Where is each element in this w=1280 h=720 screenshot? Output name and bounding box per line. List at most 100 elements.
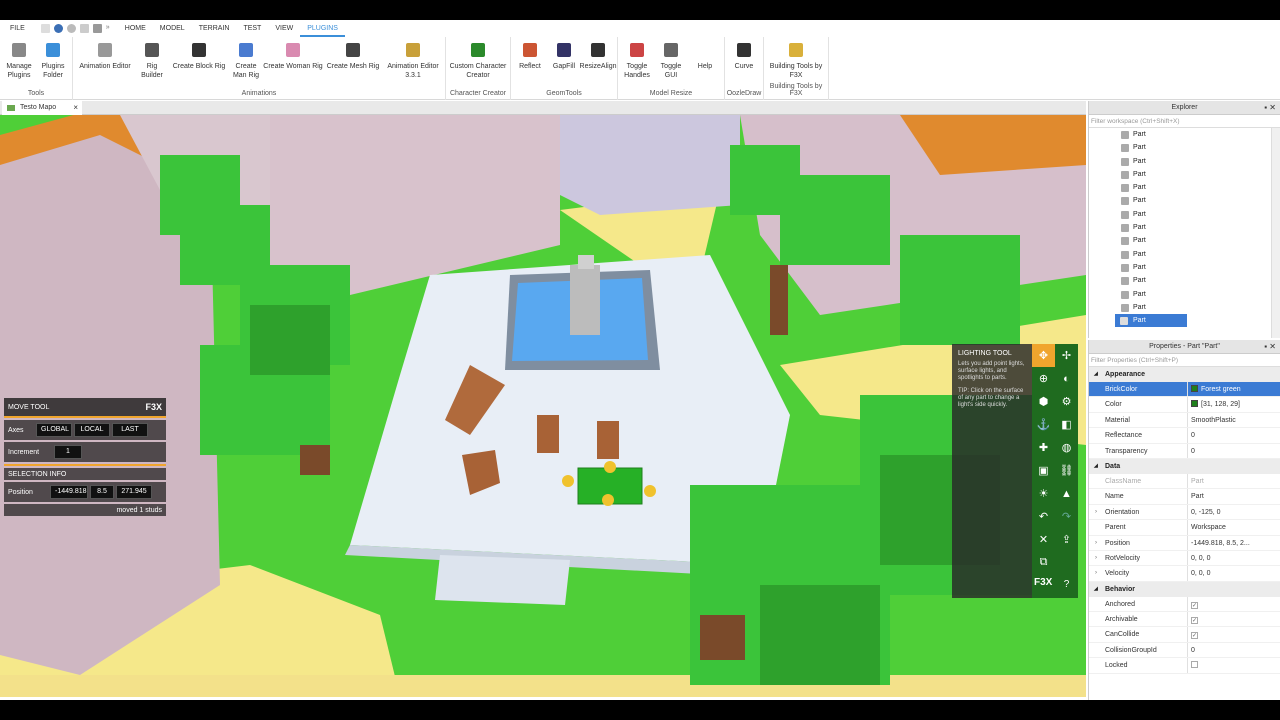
material-tool-icon[interactable]: ⚙ xyxy=(1055,390,1078,413)
undo-icon[interactable]: ↶ xyxy=(1032,505,1055,528)
property-value[interactable]: ✓ xyxy=(1187,612,1280,627)
panel-close-icon[interactable]: ▪ ✕ xyxy=(1264,340,1276,354)
menu-file[interactable]: FILE xyxy=(0,20,35,37)
property-value[interactable]: 0, 0, 0 xyxy=(1187,550,1280,566)
property-value[interactable]: 0 xyxy=(1187,443,1280,458)
anchor-tool-icon[interactable]: ⚓ xyxy=(1032,413,1055,436)
surface-tool-icon[interactable]: ⬢ xyxy=(1032,390,1055,413)
expand-chevron-icon[interactable]: › xyxy=(1095,551,1097,566)
explorer-item-part[interactable]: Part xyxy=(1089,194,1280,207)
reflect-button[interactable]: Reflect xyxy=(513,37,547,88)
plugins-folder-button[interactable]: Plugins Folder xyxy=(36,37,70,88)
property-row-brickcolor[interactable]: BrickColor Forest green xyxy=(1089,382,1280,398)
property-row-material[interactable]: Material SmoothPlastic xyxy=(1089,412,1280,429)
help-button[interactable]: Help xyxy=(688,37,722,88)
resizealign-button[interactable]: ResizeAlign xyxy=(580,37,616,88)
toggle-handles-button[interactable]: Toggle Handles xyxy=(620,37,654,88)
increment-input[interactable]: 1 xyxy=(54,445,82,459)
property-value[interactable]: -1449.818, 8.5, 2... xyxy=(1187,535,1280,550)
property-value[interactable]: [31, 128, 29] xyxy=(1187,397,1280,412)
property-checkbox[interactable] xyxy=(1191,661,1198,669)
property-row-orientation[interactable]: › Orientation 0, -125, 0 xyxy=(1089,504,1280,521)
explorer-item-part[interactable]: Part xyxy=(1089,155,1280,168)
property-row-velocity[interactable]: › Velocity 0, 0, 0 xyxy=(1089,566,1280,582)
curve-button[interactable]: Curve xyxy=(727,37,761,88)
export-icon[interactable]: ⇪ xyxy=(1055,528,1078,551)
property-row-archivable[interactable]: Archivable ✓ xyxy=(1089,612,1280,628)
property-row-name[interactable]: Name Part xyxy=(1089,489,1280,505)
property-value[interactable]: Forest green xyxy=(1187,382,1280,397)
new-part-tool-icon[interactable]: ✚ xyxy=(1032,436,1055,459)
menu-tab-model[interactable]: MODEL xyxy=(153,20,192,37)
property-row-reflectance[interactable]: Reflectance 0 xyxy=(1089,428,1280,444)
more-icon[interactable]: » xyxy=(106,24,112,33)
position-x-input[interactable]: -1449.818 xyxy=(50,485,88,499)
redo-icon[interactable]: ↷ xyxy=(1055,505,1078,528)
property-row-locked[interactable]: Locked xyxy=(1089,658,1280,674)
create-block-rig-button[interactable]: Create Block Rig xyxy=(169,37,229,88)
menu-tab-home[interactable]: HOME xyxy=(118,20,153,37)
explorer-item-part[interactable]: Part xyxy=(1089,221,1280,234)
property-row-anchored[interactable]: Anchored ✓ xyxy=(1089,596,1280,613)
property-value[interactable]: Part xyxy=(1187,489,1280,504)
undo-icon[interactable] xyxy=(53,24,63,33)
lighting-tool-icon[interactable]: ☀ xyxy=(1032,482,1055,505)
move-tool-icon[interactable]: ✥ xyxy=(1032,344,1055,367)
property-category-behavior[interactable]: Behavior xyxy=(1089,581,1280,597)
property-value[interactable]: 0 xyxy=(1187,428,1280,443)
menu-tab-plugins[interactable]: PLUGINS xyxy=(300,20,345,37)
create-woman-rig-button[interactable]: Create Woman Rig xyxy=(263,37,323,88)
resize-tool-icon[interactable]: ✢ xyxy=(1055,344,1078,367)
property-checkbox[interactable]: ✓ xyxy=(1191,632,1198,640)
help-icon[interactable]: ? xyxy=(1055,573,1078,596)
expand-chevron-icon[interactable]: › xyxy=(1095,536,1097,551)
redo-icon[interactable] xyxy=(66,24,76,33)
property-row-rotvelocity[interactable]: › RotVelocity 0, 0, 0 xyxy=(1089,550,1280,567)
axes-local-button[interactable]: LOCAL xyxy=(74,423,110,437)
explorer-item-part[interactable]: Part xyxy=(1089,168,1280,181)
cube-icon[interactable] xyxy=(92,24,102,33)
custom-character-creator-button[interactable]: Custom Character Creator xyxy=(448,37,508,88)
building-tools-by-f3x-button[interactable]: Building Tools by F3X xyxy=(766,37,826,88)
property-value[interactable]: SmoothPlastic xyxy=(1187,412,1280,428)
property-row-color[interactable]: Color [31, 128, 29] xyxy=(1089,397,1280,413)
animation-editor-button[interactable]: Animation Editor xyxy=(75,37,135,88)
explorer-item-part[interactable]: Part xyxy=(1089,208,1280,221)
explorer-item-part[interactable]: Part xyxy=(1089,274,1280,287)
create-man-rig-button[interactable]: Create Man Rig xyxy=(229,37,263,88)
property-value[interactable]: 0, 0, 0 xyxy=(1187,566,1280,581)
position-z-input[interactable]: 271.945 xyxy=(116,485,152,499)
property-row-collisiongroupid[interactable]: CollisionGroupId 0 xyxy=(1089,642,1280,659)
property-checkbox[interactable]: ✓ xyxy=(1191,601,1198,609)
axes-global-button[interactable]: GLOBAL xyxy=(36,423,72,437)
property-row-transparency[interactable]: Transparency 0 xyxy=(1089,443,1280,459)
rig-builder-button[interactable]: Rig Builder xyxy=(135,37,169,88)
menu-tab-terrain[interactable]: TERRAIN xyxy=(192,20,237,37)
property-category-appearance[interactable]: Appearance xyxy=(1089,367,1280,382)
mesh-tool-icon[interactable]: ◍ xyxy=(1055,436,1078,459)
delete-icon[interactable]: ✕ xyxy=(1032,528,1055,551)
properties-filter-input[interactable]: Filter Properties (Ctrl+Shift+P) xyxy=(1089,354,1280,367)
property-row-parent[interactable]: Parent Workspace xyxy=(1089,520,1280,536)
collision-tool-icon[interactable]: ◧ xyxy=(1055,413,1078,436)
toggle-gui-button[interactable]: Toggle GUI xyxy=(654,37,688,88)
gapfill-button[interactable]: GapFill xyxy=(547,37,581,88)
explorer-filter-input[interactable]: Filter workspace (Ctrl+Shift+X) xyxy=(1089,115,1280,128)
animation-editor-3-3-1-button[interactable]: Animation Editor 3.3.1 xyxy=(383,37,443,88)
property-value[interactable]: ✓ xyxy=(1187,596,1280,612)
weld-tool-icon[interactable]: ⛓ xyxy=(1055,459,1078,482)
menu-tab-test[interactable]: TEST xyxy=(236,20,268,37)
explorer-item-part[interactable]: Part xyxy=(1115,314,1187,328)
property-row-position[interactable]: › Position -1449.818, 8.5, 2... xyxy=(1089,535,1280,551)
texture-tool-icon[interactable]: ▣ xyxy=(1032,459,1055,482)
panel-close-icon[interactable]: ▪ ✕ xyxy=(1264,101,1276,115)
property-value[interactable]: Workspace xyxy=(1187,520,1280,535)
property-row-classname[interactable]: ClassName Part xyxy=(1089,473,1280,490)
expand-chevron-icon[interactable]: › xyxy=(1095,566,1097,581)
property-category-data[interactable]: Data xyxy=(1089,458,1280,474)
property-value[interactable]: 0 xyxy=(1187,642,1280,658)
explorer-item-part[interactable]: Part xyxy=(1089,288,1280,301)
create-mesh-rig-button[interactable]: Create Mesh Rig xyxy=(323,37,383,88)
property-row-cancollide[interactable]: CanCollide ✓ xyxy=(1089,627,1280,643)
explorer-item-part[interactable]: Part xyxy=(1089,301,1280,314)
